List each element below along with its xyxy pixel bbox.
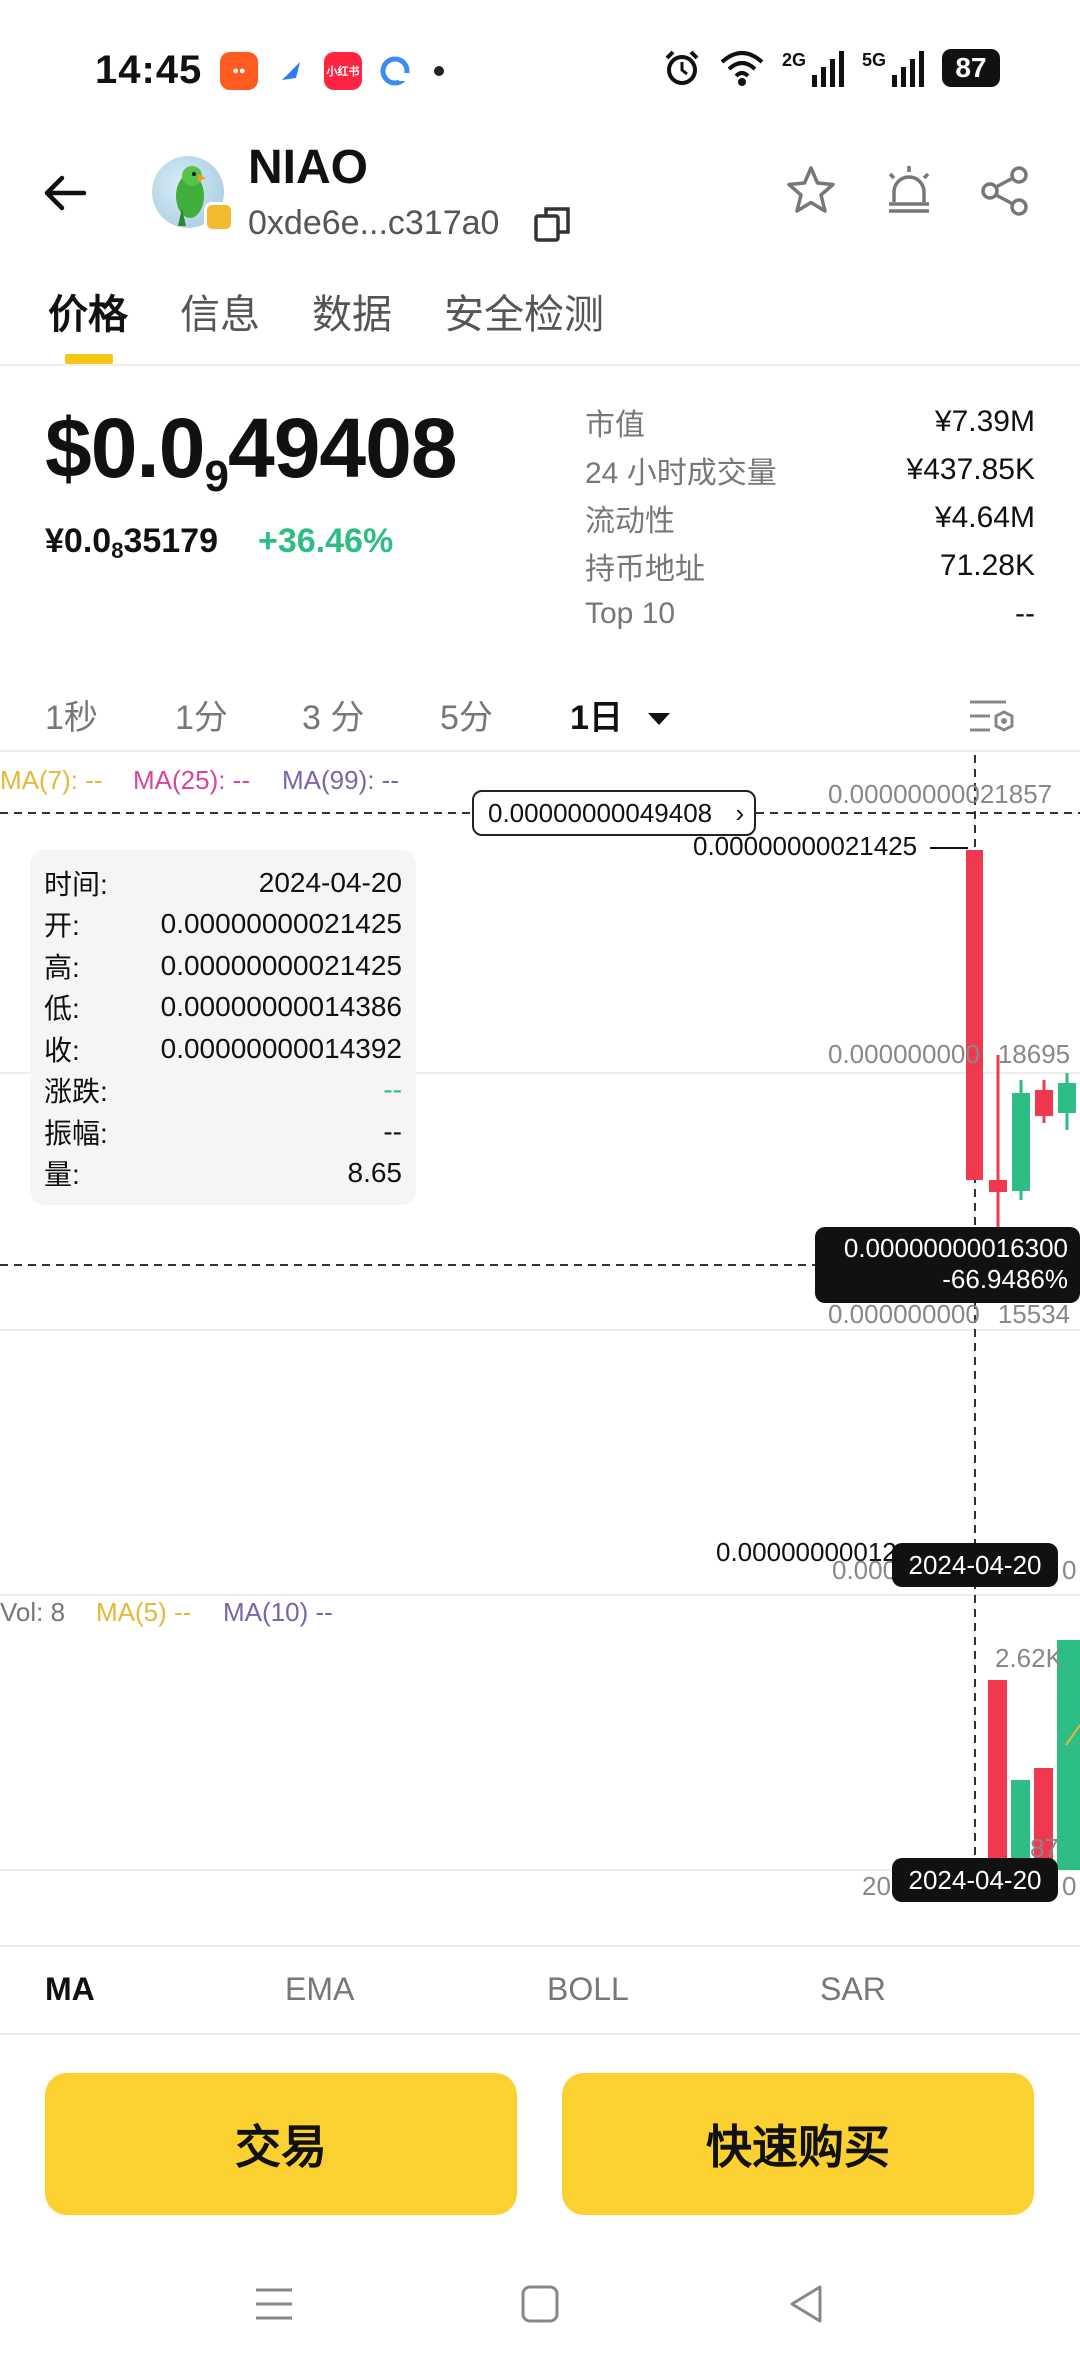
alarm-icon — [665, 50, 699, 85]
interval-5m[interactable]: 5分 — [440, 690, 493, 739]
axis-bottom-label: 0.000 — [832, 1555, 898, 1585]
system-nav-bar — [0, 2260, 1080, 2373]
ma25-legend: MA(25): -- — [133, 765, 250, 795]
vol-axis-left: 20 — [862, 1871, 891, 1901]
candle-main — [966, 850, 983, 1180]
price-change: +36.46% — [258, 522, 394, 560]
axis-mid-label: 0.000000000 18695 — [828, 1039, 1071, 1069]
indicator-sar[interactable]: SAR — [820, 1971, 886, 2008]
indicator-ema[interactable]: EMA — [285, 1971, 354, 2008]
price-usd: $0.0949408 — [45, 401, 458, 501]
tooltip-row: 收: 0.00000000014392 — [44, 1032, 402, 1066]
tooltip-row: 量: 8.65 — [44, 1157, 402, 1191]
active-tab-indicator — [65, 354, 113, 364]
tooltip-row: 低: 0.00000000014386 — [44, 991, 402, 1025]
tab-security-check[interactable]: 安全检测 — [444, 282, 604, 340]
ma7-legend: MA(7): -- — [0, 765, 103, 795]
vol-ma5-legend: MA(5) -- — [96, 1597, 192, 1627]
caret-down-icon — [648, 713, 671, 725]
token-address: 0xde6e...c317a0 — [248, 204, 500, 242]
trade-button[interactable]: 交易 — [45, 2073, 517, 2215]
tab-price[interactable]: 价格 — [48, 282, 128, 340]
candle-4 — [1035, 1090, 1053, 1116]
indicator-boll[interactable]: BOLL — [547, 1971, 629, 2008]
tooltip-row: 振幅: -- — [44, 1115, 402, 1149]
axis-bottom-tail: 0 — [1062, 1555, 1077, 1585]
stat-24h-volume: 24 小时成交量 ¥437.85K — [585, 453, 1035, 490]
star-icon[interactable] — [782, 162, 840, 220]
interval-1m[interactable]: 1分 — [175, 690, 228, 739]
chain-badge-icon — [204, 202, 234, 232]
tooltip-row: 涨跌: -- — [44, 1074, 402, 1108]
crosshair-value-box: 0.00000000016300 -66.9486% — [815, 1227, 1080, 1303]
candle-5 — [1058, 1083, 1076, 1113]
copy-icon[interactable] — [532, 204, 572, 244]
vol-axis-top: 2.62K — [995, 1643, 1063, 1673]
indicator-tabs: MA EMA BOLL SAR — [0, 1945, 1080, 2035]
stat-market-cap: 市值 ¥7.39M — [585, 405, 1035, 442]
stats-panel: 市值 ¥7.39M 24 小时成交量 ¥437.85K 流动性 ¥4.64M 持币地址… — [585, 398, 1035, 638]
tooltip-row: 时间: 2024-04-20 — [44, 866, 402, 900]
status-time: 14:45 — [95, 48, 203, 92]
crosshair-date-chip: 2024-04-20 — [892, 1543, 1058, 1587]
browser-icon — [376, 52, 414, 90]
chart-settings-icon[interactable] — [966, 694, 1016, 738]
price-cny: ¥0.0835179 — [45, 522, 218, 563]
tooltip-row: 开: 0.00000000021425 — [44, 908, 402, 942]
alert-light-icon[interactable] — [880, 162, 938, 220]
home-icon[interactable] — [518, 2282, 562, 2326]
interval-3m[interactable]: 3 分 — [302, 690, 364, 739]
signal-5g-label: 5G — [861, 49, 886, 70]
vol-axis-right: 0 — [1062, 1871, 1077, 1901]
vol-ma10-legend: MA(10) -- — [223, 1597, 333, 1627]
stat-holders: 持币地址 71.28K — [585, 549, 1035, 586]
chevron-right-icon: › — [735, 798, 745, 828]
wifi-icon — [720, 51, 764, 86]
volume-bar-4 — [1057, 1640, 1080, 1870]
candle-3 — [1012, 1093, 1030, 1191]
tooltip-row: 高: 0.00000000021425 — [44, 949, 402, 983]
stat-liquidity: 流动性 ¥4.64M — [585, 501, 1035, 538]
quick-buy-button[interactable]: 快速购买 — [562, 2073, 1034, 2215]
blue-app-icon — [272, 52, 310, 90]
token-name: NIAO — [248, 141, 368, 194]
xiaohongshu-icon: 小红书 — [324, 52, 362, 90]
menu-icon[interactable] — [252, 2282, 296, 2326]
vol-date-chip: 2024-04-20 — [892, 1858, 1058, 1902]
volume-bar-1 — [988, 1680, 1007, 1870]
more-notifications-icon — [434, 66, 444, 76]
status-bar: 14:45 ●● 小红书 2G 5G 87 — [0, 0, 1080, 140]
kuaishou-icon: ●● — [220, 52, 258, 90]
interval-1s[interactable]: 1秒 — [45, 690, 98, 739]
candle-high-label: 0.00000000021425 — [693, 831, 918, 861]
system-icons: 2G 5G 87 — [662, 48, 1000, 88]
share-icon[interactable] — [976, 162, 1034, 220]
tab-data[interactable]: 数据 — [312, 282, 392, 340]
candle-2 — [989, 1180, 1007, 1192]
signal-5g-icon — [892, 51, 924, 87]
notification-icons: ●● 小红书 — [220, 52, 444, 90]
axis-top-label: 0.00000000021857 — [828, 779, 1053, 809]
candle-tooltip: 时间: 2024-04-20 开: 0.00000000021425 高: 0.000… — [30, 850, 416, 1205]
main-tabs: 价格 信息 数据 安全检测 — [0, 270, 1080, 366]
candlestick-chart[interactable]: MA(7): -- MA(25): -- MA(99): -- 0.000000… — [0, 755, 1080, 1902]
interval-selector: 1秒 1分 3 分 5分 1日 — [0, 680, 1080, 752]
axis-low-label: 0.000000000 15534 — [828, 1299, 1071, 1329]
interval-1d[interactable]: 1日 — [570, 690, 672, 739]
battery-indicator: 87 — [942, 49, 1000, 87]
current-price-flag[interactable]: 0.00000000049408 › — [472, 790, 757, 836]
volume-bar-2 — [1011, 1780, 1030, 1870]
signal-2g-icon — [811, 51, 844, 87]
indicator-ma[interactable]: MA — [45, 1971, 95, 2008]
token-header: NIAO 0xde6e...c317a0 — [0, 140, 1080, 265]
back-nav-icon[interactable] — [784, 2282, 828, 2326]
volume-label: Vol: 8 — [0, 1597, 66, 1627]
tab-info[interactable]: 信息 — [180, 282, 260, 340]
stat-top10: Top 10 -- — [585, 597, 1035, 630]
ma99-legend: MA(99): -- — [282, 765, 399, 795]
signal-2g-label: 2G — [781, 49, 806, 70]
back-arrow-icon[interactable] — [40, 168, 90, 218]
